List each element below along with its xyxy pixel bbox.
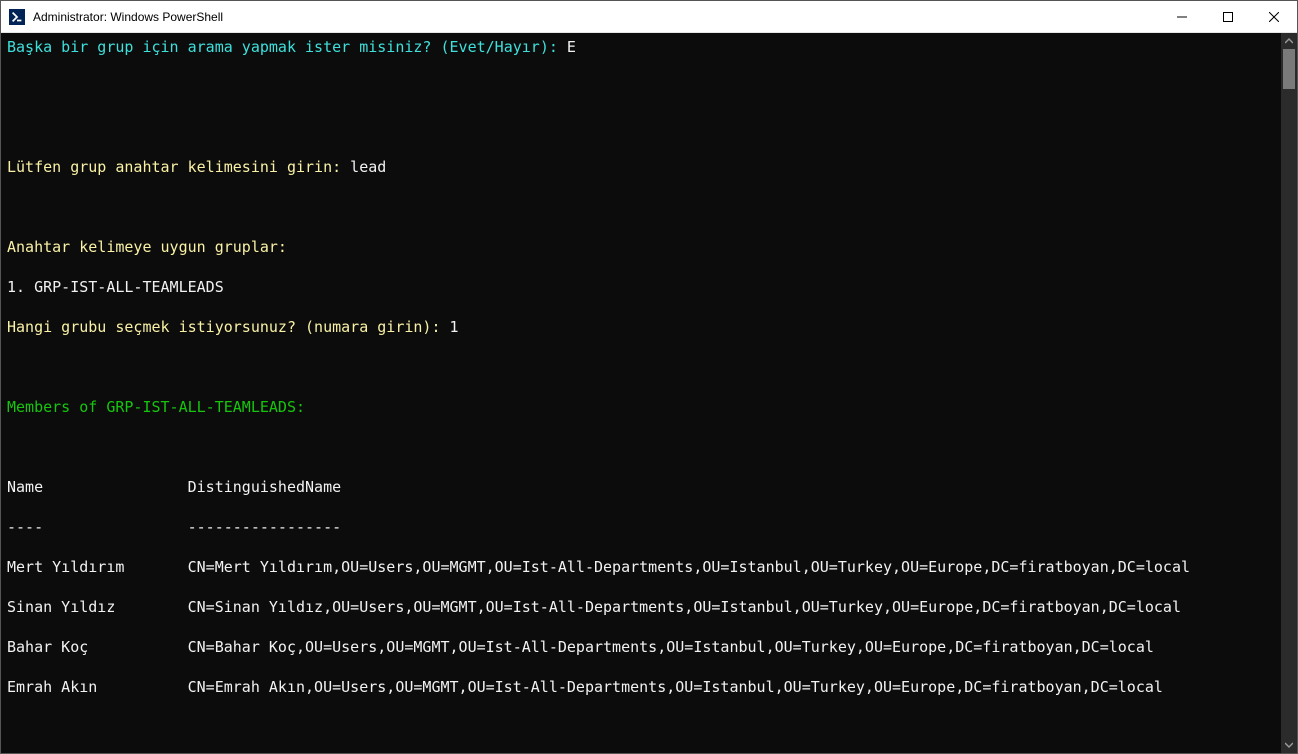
table-row: Bahar KoçCN=Bahar Koç,OU=Users,OU=MGMT,O… — [7, 637, 1275, 657]
table-row: Emrah AkınCN=Emrah Akın,OU=Users,OU=MGMT… — [7, 677, 1275, 697]
prompt-keyword: Lütfen grup anahtar kelimesini girin: — [7, 158, 350, 176]
minimize-button[interactable] — [1159, 1, 1205, 33]
table-header-row: NameDistinguishedName — [7, 477, 1275, 497]
prompt-search-again-1: Başka bir grup için arama yapmak ister m… — [7, 38, 567, 56]
scrollbar[interactable] — [1281, 33, 1297, 753]
titlebar[interactable]: Administrator: Windows PowerShell — [1, 1, 1297, 33]
scroll-down-button[interactable] — [1281, 737, 1297, 753]
window-title: Administrator: Windows PowerShell — [33, 10, 223, 24]
chevron-up-icon — [1285, 37, 1293, 45]
input-select-group: 1 — [450, 318, 459, 336]
member-name: Mert Yıldırım — [7, 557, 188, 577]
scroll-up-button[interactable] — [1281, 33, 1297, 49]
close-button[interactable] — [1251, 1, 1297, 33]
member-name: Emrah Akın — [7, 677, 188, 697]
scroll-thumb[interactable] — [1283, 49, 1295, 89]
powershell-window: Administrator: Windows PowerShell Başka … — [1, 1, 1297, 753]
member-name: Sinan Yıldız — [7, 597, 188, 617]
powershell-icon — [9, 9, 25, 25]
table-row: Mert YıldırımCN=Mert Yıldırım,OU=Users,O… — [7, 557, 1275, 577]
titlebar-left: Administrator: Windows PowerShell — [1, 9, 223, 25]
member-name: Bahar Koç — [7, 637, 188, 657]
table-header-sep: --------------------- — [7, 517, 1275, 537]
member-dn: CN=Emrah Akın,OU=Users,OU=MGMT,OU=Ist-Al… — [188, 678, 1163, 696]
col-dn: DistinguishedName — [188, 478, 342, 496]
maximize-icon — [1223, 12, 1233, 22]
member-dn: CN=Sinan Yıldız,OU=Users,OU=MGMT,OU=Ist-… — [188, 598, 1181, 616]
member-dn: CN=Bahar Koç,OU=Users,OU=MGMT,OU=Ist-All… — [188, 638, 1154, 656]
group-option-1: 1. GRP-IST-ALL-TEAMLEADS — [7, 278, 224, 296]
members-header: Members of GRP-IST-ALL-TEAMLEADS: — [7, 398, 305, 416]
prompt-select-group: Hangi grubu seçmek istiyorsunuz? (numara… — [7, 318, 450, 336]
minimize-icon — [1177, 12, 1187, 22]
input-keyword: lead — [350, 158, 386, 176]
member-dn: CN=Mert Yıldırım,OU=Users,OU=MGMT,OU=Ist… — [188, 558, 1190, 576]
matching-groups-header: Anahtar kelimeye uygun gruplar: — [7, 238, 287, 256]
terminal-output[interactable]: Başka bir grup için arama yapmak ister m… — [1, 33, 1281, 753]
window-controls — [1159, 1, 1297, 33]
input-search-again-1: E — [567, 38, 576, 56]
chevron-down-icon — [1285, 741, 1293, 749]
terminal-area: Başka bir grup için arama yapmak ister m… — [1, 33, 1297, 753]
maximize-button[interactable] — [1205, 1, 1251, 33]
table-row: Sinan YıldızCN=Sinan Yıldız,OU=Users,OU=… — [7, 597, 1275, 617]
col-name: Name — [7, 477, 188, 497]
close-icon — [1269, 12, 1279, 22]
